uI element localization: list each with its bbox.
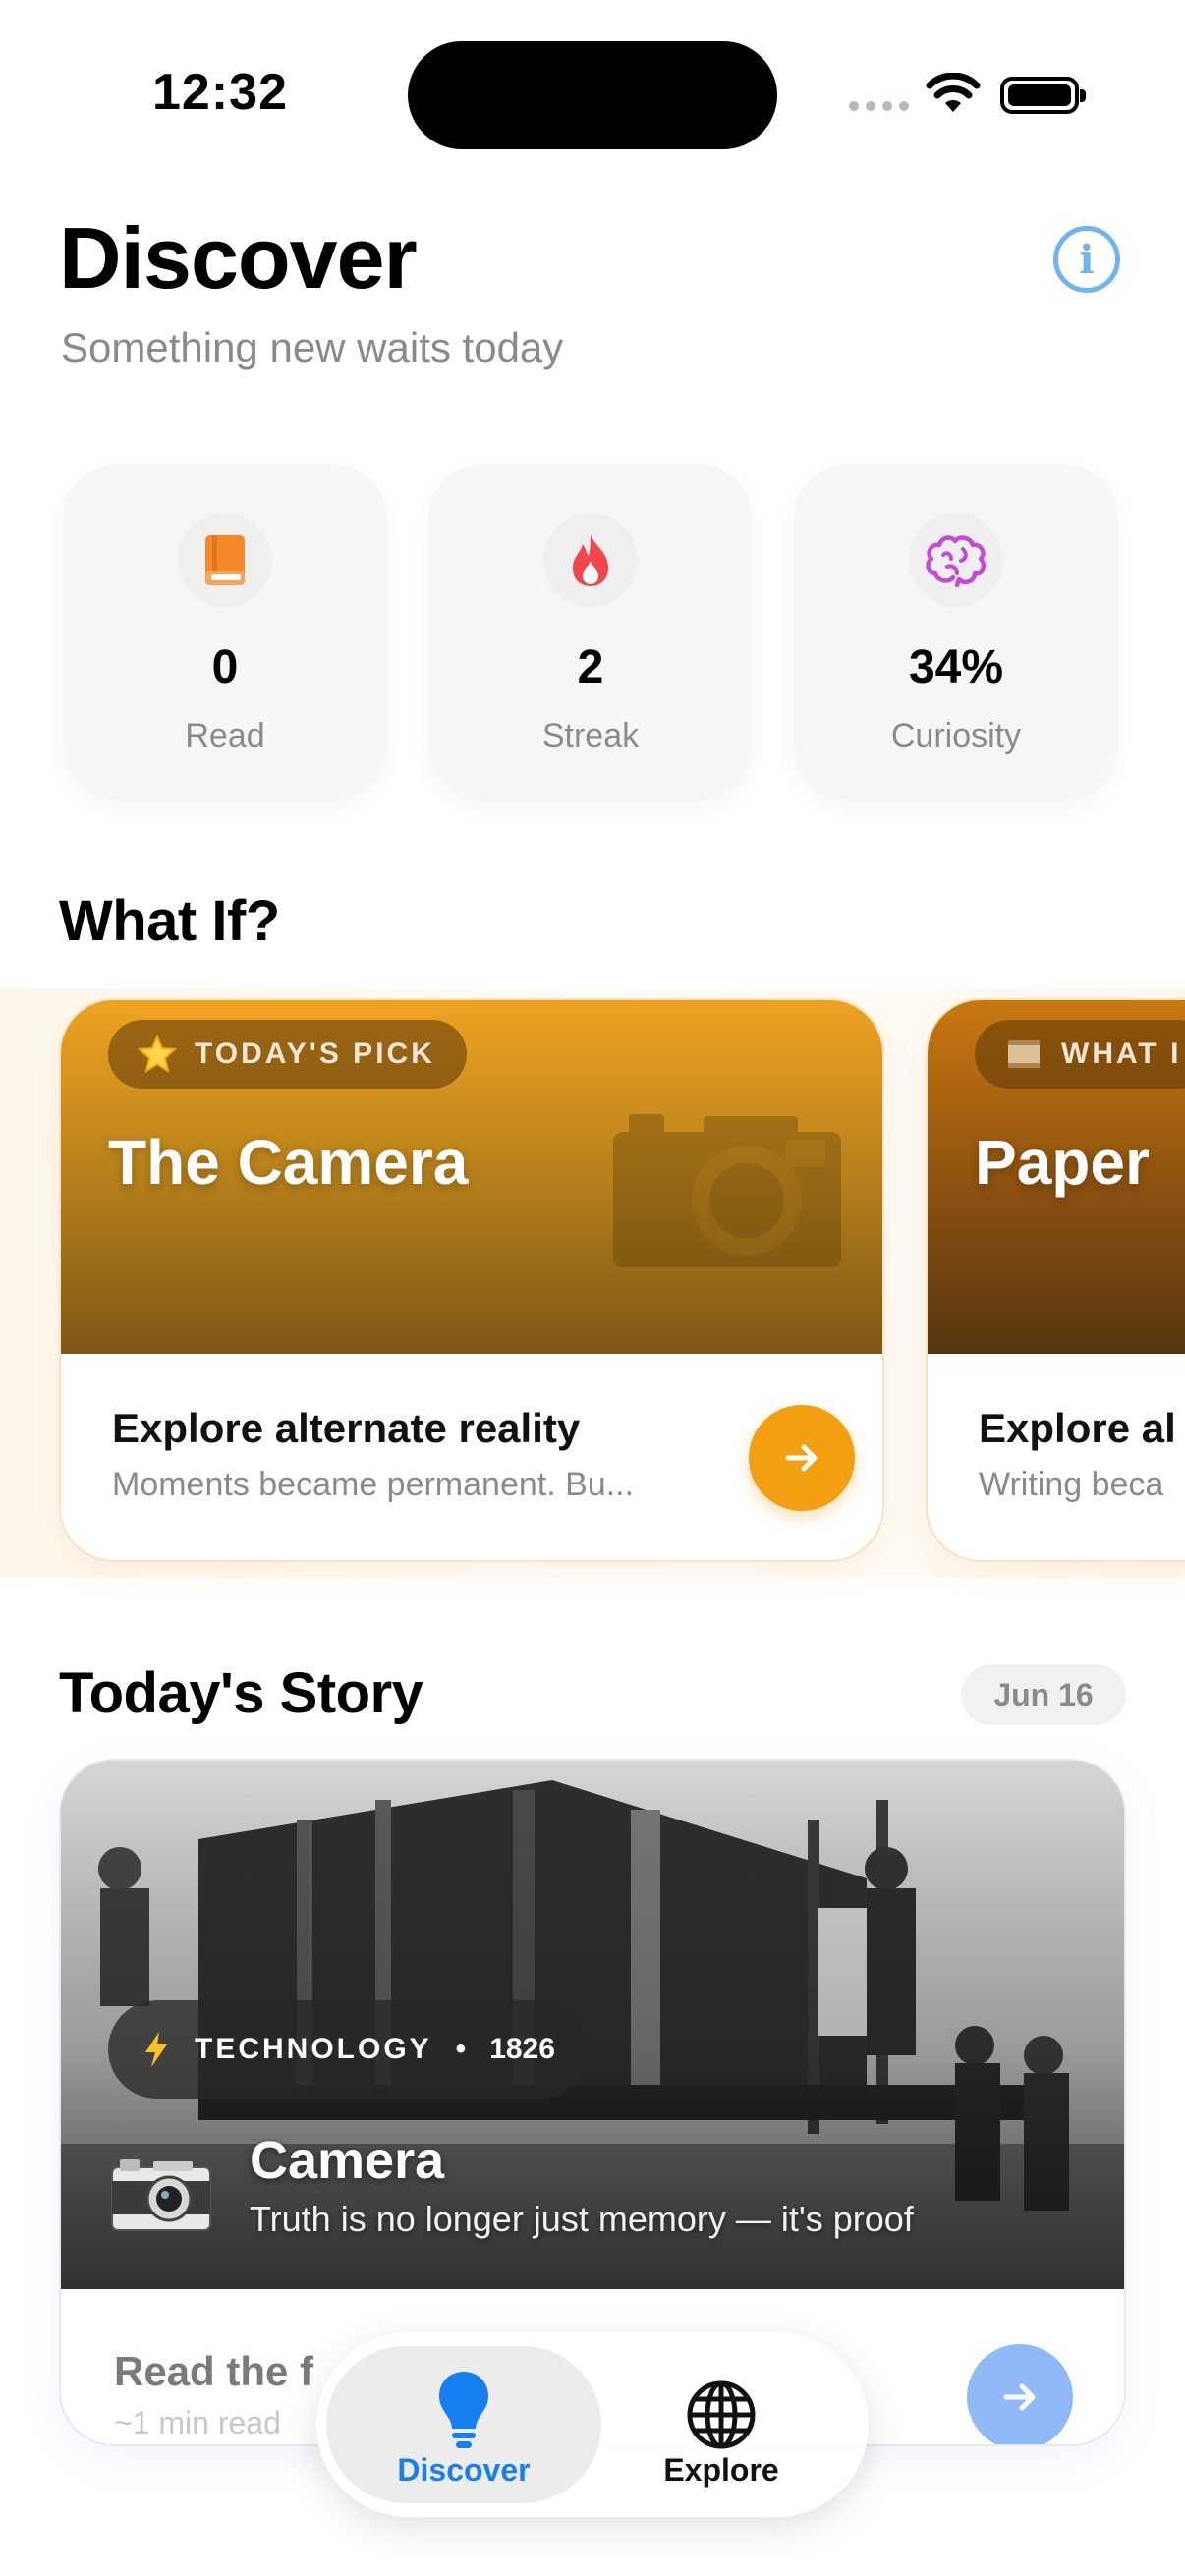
what-if-card-camera[interactable]: TODAY'S PICK The Camera Explore alternat… xyxy=(59,998,884,1562)
star-icon xyxy=(138,1035,177,1074)
globe-icon xyxy=(687,2380,756,2449)
flame-icon xyxy=(573,534,608,586)
card-body-title: Explore alternate reality xyxy=(112,1405,581,1451)
camera-icon xyxy=(111,2159,211,2231)
story-category: TECHNOLOGY xyxy=(195,2033,432,2065)
card-hero: TODAY'S PICK The Camera xyxy=(61,1000,882,1354)
story-date-badge: Jun 16 xyxy=(961,1664,1126,1725)
what-if-card-paper[interactable]: WHAT I Paper Explore al Writing beca xyxy=(926,998,1185,1562)
card-body-subtitle: Writing beca xyxy=(979,1466,1164,1503)
page-title: Discover xyxy=(59,209,418,307)
card-body-title: Explore al xyxy=(979,1405,1176,1451)
arrow-right-icon xyxy=(1003,2383,1036,2411)
cellular-signal-icon xyxy=(849,101,909,111)
tab-label: Discover xyxy=(397,2452,531,2488)
separator: • xyxy=(455,2033,467,2065)
tab-bar: Discover Explore xyxy=(316,2332,869,2517)
page-subtitle: Something new waits today xyxy=(61,324,564,370)
battery-icon xyxy=(1000,77,1086,114)
tab-label: Explore xyxy=(663,2452,779,2488)
story-category-badge: TECHNOLOGY • 1826 xyxy=(108,2000,589,2099)
card-title: The Camera xyxy=(108,1127,469,1198)
story-year: 1826 xyxy=(489,2033,555,2065)
discover-screen: 12:32 Discover Something new waits today… xyxy=(0,0,1185,2576)
read-full-story-label: Read the f xyxy=(114,2348,314,2394)
info-button[interactable]: i xyxy=(1053,226,1120,293)
wifi-icon xyxy=(926,73,981,112)
stat-label: Curiosity xyxy=(890,717,1022,755)
badge-label: WHAT I xyxy=(1061,1037,1182,1070)
card-hero: WHAT I Paper xyxy=(928,1000,1185,1354)
what-if-badge: WHAT I xyxy=(975,1020,1185,1089)
status-time: 12:32 xyxy=(152,64,288,121)
stat-card-streak: 2 Streak xyxy=(428,464,753,800)
info-icon: i xyxy=(1079,236,1095,283)
stat-label: Streak xyxy=(541,717,640,755)
stat-label: Read xyxy=(185,717,265,755)
dynamic-island xyxy=(408,41,777,149)
todays-pick-badge: TODAY'S PICK xyxy=(108,1020,467,1089)
brain-icon xyxy=(926,535,987,587)
card-body-subtitle: Moments became permanent. Bu... xyxy=(112,1466,635,1503)
scroll-icon xyxy=(1008,1040,1040,1068)
book-icon xyxy=(205,535,245,585)
stat-card-curiosity: 34% Curiosity xyxy=(794,464,1118,800)
todays-story-heading: Today's Story xyxy=(59,1661,423,1725)
card-title: Paper xyxy=(975,1127,1150,1198)
stat-value: 2 xyxy=(577,642,604,694)
lightning-icon xyxy=(145,2032,167,2067)
story-subtitle: Truth is no longer just memory — it's pr… xyxy=(250,2199,914,2239)
story-photo: TECHNOLOGY • 1826 Camera Truth is no lon… xyxy=(61,1761,1124,2289)
story-title: Camera xyxy=(250,2131,445,2190)
camera-icon xyxy=(613,1114,841,1267)
lightbulb-icon xyxy=(439,2372,488,2448)
explore-camera-button[interactable] xyxy=(749,1405,855,1511)
tab-explore[interactable]: Explore xyxy=(584,2346,859,2503)
stat-value: 34% xyxy=(908,642,1004,694)
stat-card-read: 0 Read xyxy=(63,464,387,800)
arrow-right-icon xyxy=(785,1444,818,1472)
stat-value: 0 xyxy=(211,642,239,694)
what-if-heading: What If? xyxy=(59,889,280,953)
badge-label: TODAY'S PICK xyxy=(195,1037,435,1070)
read-time: ~1 min read xyxy=(114,2405,281,2440)
tab-discover[interactable]: Discover xyxy=(326,2346,601,2503)
read-story-button[interactable] xyxy=(967,2344,1073,2444)
